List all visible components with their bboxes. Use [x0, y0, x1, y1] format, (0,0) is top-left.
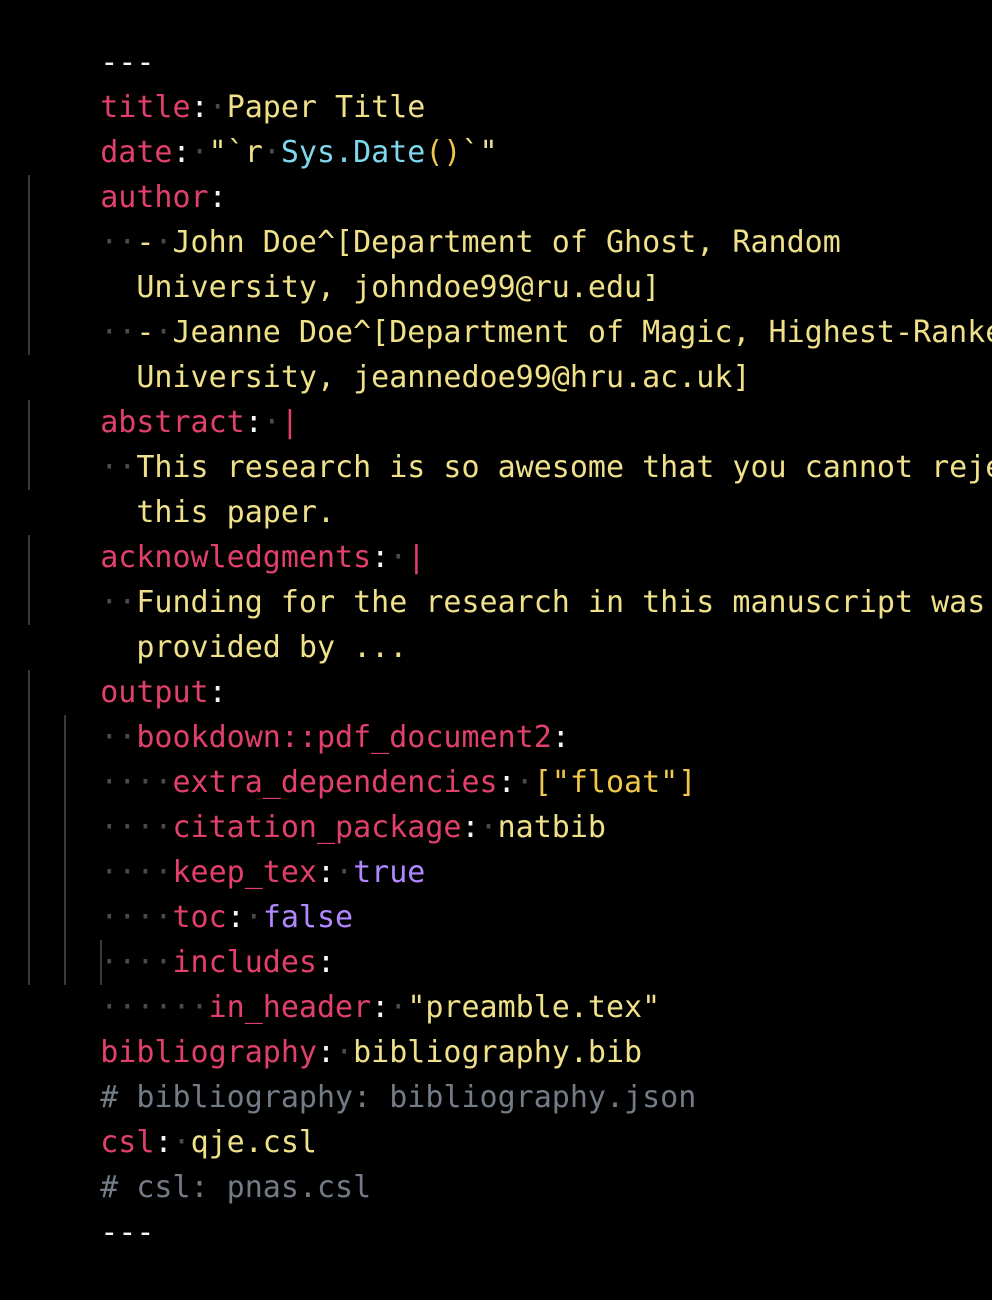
- code-line: ---: [28, 0, 154, 40]
- code-line: ······in_header:·"preamble.tex": [28, 940, 660, 985]
- code-line: # bibliography: bibliography.json: [28, 1030, 696, 1075]
- date-parens: (): [425, 135, 461, 170]
- code-line: ··-·Jeanne Doe^[Department of Magic, Hig…: [28, 265, 992, 310]
- code-line: ····citation_package:·natbib: [28, 760, 606, 805]
- code-editor[interactable]: --- title:·Paper Title date:·"`r·Sys.Dat…: [0, 0, 992, 1222]
- code-line: University, jeannedoe99@hru.ac.uk]: [28, 310, 750, 355]
- frontmatter-fence-close: ---: [100, 1215, 154, 1250]
- citation-package-value: natbib: [498, 810, 606, 845]
- code-line: # csl: pnas.csl: [28, 1120, 371, 1165]
- code-line: csl:·qje.csl: [28, 1075, 317, 1120]
- code-line: ····extra_dependencies:·["float"]: [28, 715, 696, 760]
- code-line: ····toc:·false: [28, 850, 353, 895]
- code-line: ····includes:: [28, 895, 335, 940]
- code-line: University, johndoe99@ru.edu]: [28, 220, 660, 265]
- keep-tex-value: true: [353, 855, 425, 890]
- code-line: ····keep_tex:·true: [28, 805, 425, 850]
- code-line: acknowledgments:·|: [28, 490, 425, 535]
- code-line: ---: [28, 1165, 154, 1210]
- code-line: bibliography:·bibliography.bib: [28, 985, 642, 1030]
- code-line: ··This research is so awesome that you c…: [28, 400, 992, 445]
- code-line: ··-·John Doe^[Department of Ghost, Rando…: [28, 175, 841, 220]
- code-line: provided by ...: [28, 580, 407, 625]
- code-line: ··Funding for the research in this manus…: [28, 535, 985, 580]
- code-line: output:: [28, 625, 227, 670]
- code-line: author:: [28, 130, 227, 175]
- code-line: ··bookdown::pdf_document2:: [28, 670, 570, 715]
- code-line: abstract:·|: [28, 355, 299, 400]
- date-quote-close: `": [462, 135, 498, 170]
- code-line: this paper.: [28, 445, 335, 490]
- date-function: Sys.Date: [281, 135, 426, 170]
- code-line: date:·"`r·Sys.Date()`": [28, 85, 498, 130]
- code-line: title:·Paper Title: [28, 40, 425, 85]
